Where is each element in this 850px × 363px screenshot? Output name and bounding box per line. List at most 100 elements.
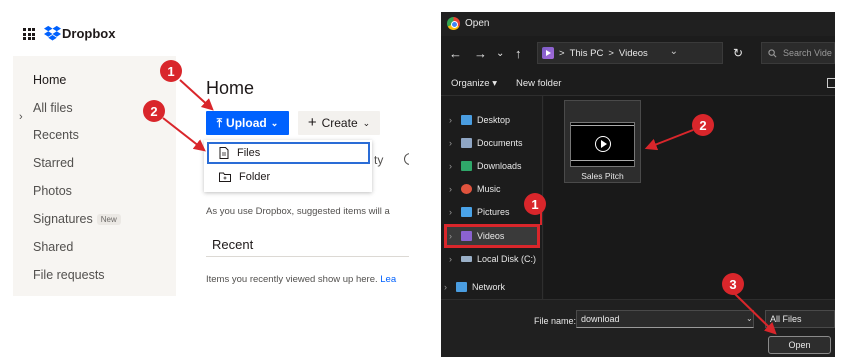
dropbox-main: Home ⤒ Upload ⌄ + Create ⌄ ty i Files Fo…	[176, 56, 409, 296]
tree-item-documents[interactable]: › Documents	[449, 134, 523, 152]
navigation-bar: ← → ⌄ ↑ > This PC > Videos ⌄ ↻ Search Vi…	[441, 36, 835, 70]
sidebar-item-file-requests[interactable]: File requests	[33, 268, 105, 282]
recent-locations-chevron-icon[interactable]: ⌄	[496, 48, 504, 59]
command-bar: Organize ▾ New folder	[441, 70, 835, 96]
callout-badge-2: 2	[692, 114, 714, 136]
tree-item-label: Local Disk (C:)	[477, 254, 537, 264]
file-icon	[219, 147, 229, 159]
callout-badge-3: 3	[722, 273, 744, 295]
tree-item-label: Downloads	[477, 161, 522, 171]
videos-icon	[461, 231, 472, 241]
file-name-label: File name:	[534, 316, 577, 326]
refresh-icon[interactable]: ↻	[733, 46, 743, 60]
music-icon	[461, 184, 472, 194]
search-icon	[768, 48, 777, 57]
chevron-right-icon[interactable]: ›	[449, 138, 461, 148]
desktop-icon	[461, 115, 472, 125]
tree-item-local-disk[interactable]: › Local Disk (C:)	[449, 250, 536, 268]
upload-icon: ⤒	[216, 115, 223, 130]
menu-item-files[interactable]: Files	[207, 142, 370, 164]
forward-arrow-icon[interactable]: →	[474, 46, 487, 61]
tree-item-videos[interactable]: › Videos	[444, 224, 540, 248]
callout-badge-1: 1	[524, 193, 546, 215]
suggested-items-text: As you use Dropbox, suggested items will…	[206, 206, 390, 217]
recent-empty-message: Items you recently viewed show up here.	[206, 274, 378, 285]
chevron-right-icon[interactable]: ›	[444, 282, 456, 292]
chevron-right-icon[interactable]: ›	[449, 254, 461, 264]
tree-item-label: Network	[472, 282, 506, 292]
pictures-icon	[461, 207, 472, 217]
chevron-right-icon[interactable]: ›	[449, 207, 461, 217]
tree-item-desktop[interactable]: › Desktop	[449, 111, 510, 129]
menu-item-folder[interactable]: Folder	[207, 166, 370, 188]
up-arrow-icon[interactable]: ↑	[515, 46, 522, 61]
file-list: Sales Pitch	[544, 96, 835, 299]
search-input[interactable]: Search Vide	[761, 42, 835, 64]
breadcrumb-separator: >	[559, 47, 565, 59]
film-strip	[571, 160, 634, 161]
tree-item-downloads[interactable]: › Downloads	[449, 157, 522, 175]
disk-icon	[461, 256, 472, 262]
sidebar-item-signatures[interactable]: Signatures New	[33, 212, 121, 226]
new-folder-button[interactable]: New folder	[516, 78, 561, 89]
dropbox-window: Dropbox › Home All files Recents Starred…	[13, 14, 409, 296]
upload-button[interactable]: ⤒ Upload ⌄	[206, 111, 289, 135]
upload-dropdown-menu: Files Folder	[204, 140, 372, 192]
dialog-footer: File name: download ⌄ All Files Open	[441, 299, 835, 357]
tree-item-music[interactable]: › Music	[449, 180, 501, 198]
back-arrow-icon[interactable]: ←	[449, 46, 462, 61]
info-icon[interactable]: i	[404, 153, 409, 165]
organize-label: Organize	[451, 78, 490, 89]
tree-item-pictures[interactable]: › Pictures	[449, 203, 510, 221]
dialog-titlebar: Open	[441, 12, 835, 36]
chevron-right-icon[interactable]: ›	[449, 231, 461, 241]
network-icon	[456, 282, 467, 292]
view-toggle-icon[interactable]	[827, 78, 835, 88]
learn-more-link[interactable]: Lea	[380, 274, 396, 285]
tree-item-label: Documents	[477, 138, 523, 148]
documents-icon	[461, 138, 472, 148]
chevron-down-icon[interactable]: ⌄	[746, 314, 753, 323]
sidebar-item-all-files[interactable]: All files	[33, 101, 73, 115]
organize-button[interactable]: Organize ▾	[451, 78, 497, 89]
breadcrumb-separator: >	[608, 47, 614, 59]
divider	[206, 256, 409, 257]
recent-section-title: Recent	[212, 237, 254, 252]
sidebar-item-recents[interactable]: Recents	[33, 128, 79, 142]
app-grid-icon[interactable]	[23, 28, 35, 40]
sidebar-item-starred[interactable]: Starred	[33, 156, 74, 170]
menu-item-label: Folder	[239, 171, 271, 183]
create-button[interactable]: + Create ⌄	[298, 111, 380, 135]
file-item-sales-pitch[interactable]: Sales Pitch	[564, 100, 641, 183]
tree-item-label: Videos	[477, 231, 505, 241]
videos-icon	[542, 47, 554, 59]
open-file-dialog: Open ← → ⌄ ↑ > This PC > Videos ⌄ ↻ Sear…	[441, 12, 835, 357]
breadcrumb-videos[interactable]: Videos	[619, 48, 648, 59]
dropbox-sidebar: › Home All files Recents Starred Photos …	[13, 56, 176, 296]
address-bar[interactable]: > This PC > Videos ⌄	[537, 42, 723, 64]
chevron-right-icon[interactable]: ›	[449, 184, 461, 194]
tree-item-network[interactable]: › Network	[444, 278, 505, 296]
chevron-down-icon: ⌄	[362, 117, 371, 128]
sidebar-item-home[interactable]: Home	[33, 73, 66, 87]
open-button[interactable]: Open	[768, 336, 831, 354]
sidebar-item-photos[interactable]: Photos	[33, 184, 72, 198]
file-type-select[interactable]: All Files	[765, 310, 835, 328]
sidebar-item-shared[interactable]: Shared	[33, 240, 73, 254]
tree-item-label: Desktop	[477, 115, 511, 125]
chevron-right-icon[interactable]: ›	[449, 161, 461, 171]
chevron-down-icon[interactable]: ⌄	[670, 46, 678, 57]
dropbox-topbar: Dropbox	[13, 14, 409, 56]
breadcrumb-this-pc[interactable]: This PC	[570, 48, 604, 59]
new-badge: New	[96, 214, 121, 226]
chevron-right-icon[interactable]: ›	[449, 115, 461, 125]
upload-label: Upload	[226, 116, 267, 130]
chevron-right-icon[interactable]: ›	[19, 111, 23, 123]
plus-icon: +	[307, 114, 317, 131]
menu-item-label: Files	[237, 147, 261, 159]
folder-icon	[219, 172, 231, 182]
file-name-field[interactable]: download	[576, 310, 754, 328]
play-icon	[595, 136, 611, 152]
chevron-down-icon: ⌄	[270, 117, 279, 128]
tree-item-label: Pictures	[477, 207, 510, 217]
